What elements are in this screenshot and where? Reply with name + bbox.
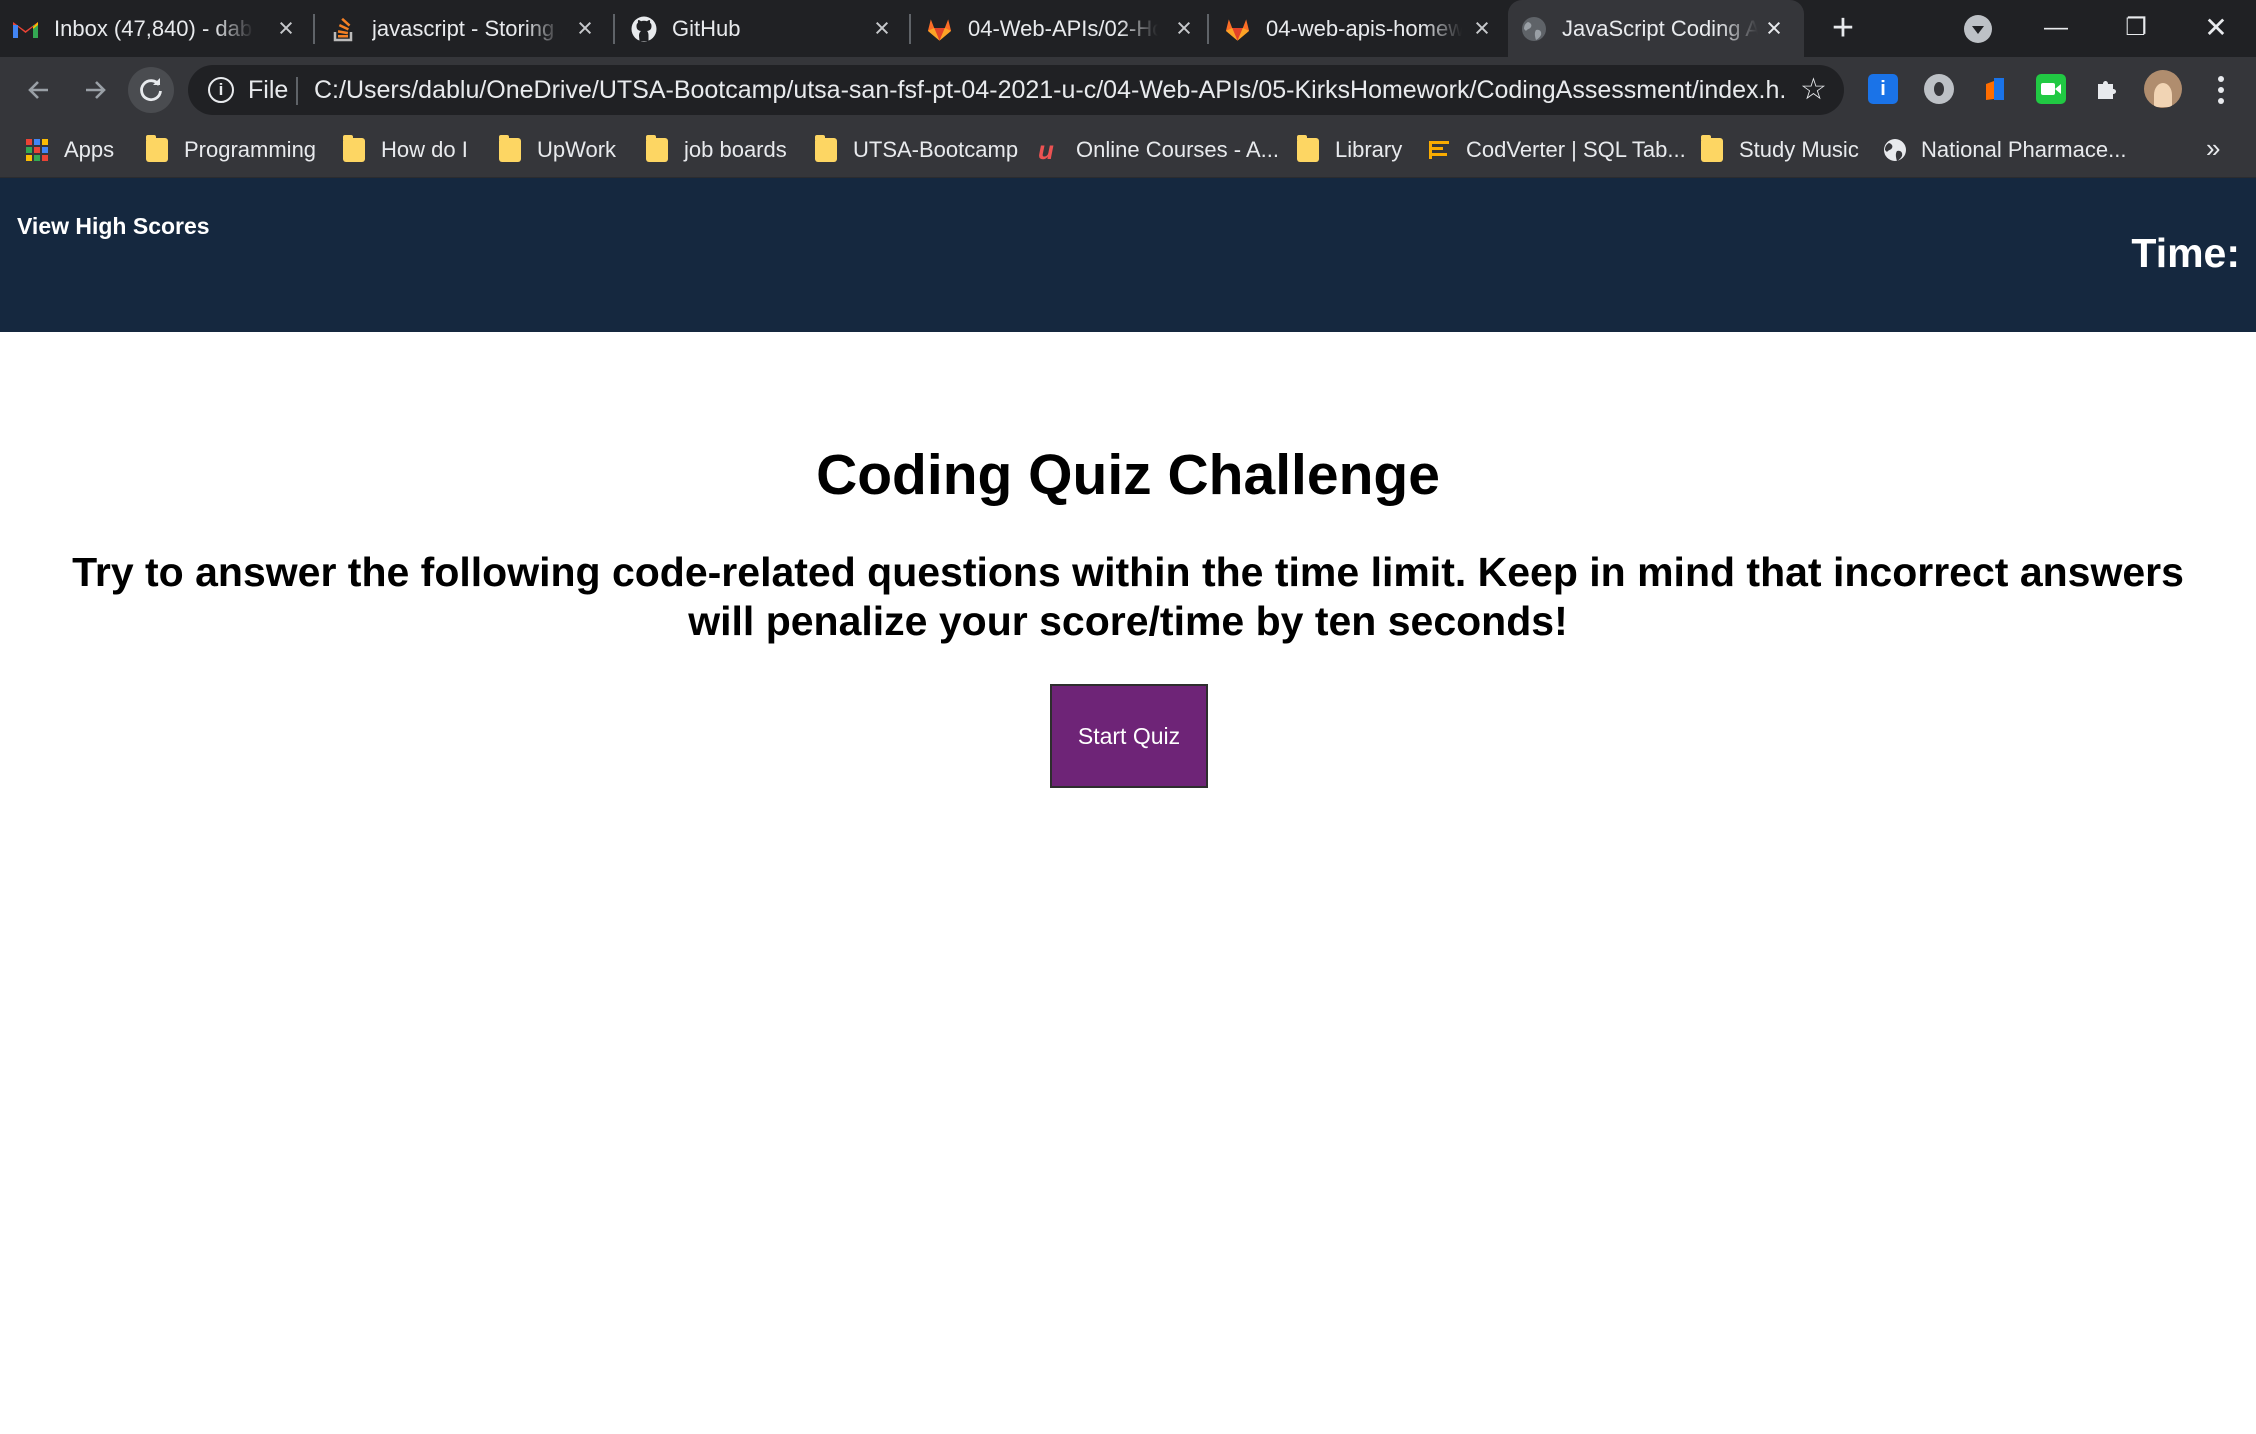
quiz-instructions: Try to answer the following code-related… bbox=[72, 549, 2184, 644]
tab-title: JavaScript Coding Assessment bbox=[1562, 16, 1758, 41]
gitlab-icon bbox=[1224, 15, 1251, 42]
bookmark-study-music[interactable]: Study Music bbox=[1701, 135, 1859, 165]
bookmark-label: Online Courses - A... bbox=[1076, 137, 1279, 162]
github-icon bbox=[630, 15, 657, 42]
bookmark-job-boards[interactable]: job boards bbox=[646, 135, 787, 165]
forward-button[interactable] bbox=[72, 67, 118, 113]
bookmark-utsa-bootcamp[interactable]: UTSA-Bootcamp bbox=[815, 135, 1018, 165]
page-header: View High Scores Time: bbox=[0, 178, 2256, 332]
start-quiz-button[interactable]: Start Quiz bbox=[1050, 684, 1208, 788]
address-separator bbox=[296, 77, 298, 105]
tab-close-icon[interactable]: × bbox=[868, 14, 896, 42]
url-text[interactable]: C:/Users/dablu/OneDrive/UTSA-Bootcamp/ut… bbox=[314, 75, 1784, 105]
globe-icon bbox=[1883, 138, 1906, 162]
tab-separator bbox=[313, 14, 315, 44]
back-button[interactable] bbox=[16, 67, 62, 113]
tab-gitlab-repo[interactable]: 04-web-apis-homework × bbox=[1212, 0, 1508, 57]
timer-label: Time: bbox=[2131, 230, 2240, 276]
minimize-button[interactable]: — bbox=[2026, 8, 2086, 48]
page-viewport: View High Scores Time: Coding Quiz Chall… bbox=[0, 178, 2256, 1434]
bookmark-online-courses[interactable]: u Online Courses - A... bbox=[1038, 135, 1279, 165]
codverter-icon bbox=[1428, 138, 1450, 162]
udemy-icon: u bbox=[1038, 135, 1054, 165]
window-close-button[interactable]: ✕ bbox=[2186, 8, 2246, 48]
folder-icon bbox=[499, 135, 521, 162]
restore-button[interactable]: ❐ bbox=[2106, 8, 2166, 48]
bookmark-label: job boards bbox=[684, 137, 787, 162]
address-bar[interactable]: i File C:/Users/dablu/OneDrive/UTSA-Boot… bbox=[188, 65, 1844, 115]
extensions-puzzle-icon[interactable] bbox=[2092, 74, 2122, 104]
tab-separator bbox=[1207, 14, 1209, 44]
tab-separator bbox=[613, 14, 615, 44]
bookmark-label: Programming bbox=[184, 137, 317, 162]
new-tab-button[interactable]: + bbox=[1826, 9, 1860, 47]
tab-stackoverflow[interactable]: javascript - Storing a × bbox=[318, 0, 614, 57]
page-title: Coding Quiz Challenge bbox=[816, 443, 1440, 507]
tab-title: 04-Web-APIs/02-Homework bbox=[968, 16, 1158, 41]
bookmark-programming[interactable]: Programming bbox=[146, 135, 316, 165]
bookmarks-overflow-button[interactable]: » bbox=[2206, 133, 2220, 164]
tab-search-icon[interactable] bbox=[1964, 15, 1992, 43]
tab-title: 04-web-apis-homework bbox=[1266, 16, 1462, 41]
bookmark-upwork[interactable]: UpWork bbox=[499, 135, 616, 165]
tab-close-icon[interactable]: × bbox=[272, 14, 300, 42]
bookmark-label: National Pharmace... bbox=[1921, 137, 2127, 162]
extension-video-icon[interactable] bbox=[2036, 74, 2066, 104]
tab-gmail[interactable]: Inbox (47,840) - dablu × bbox=[0, 0, 310, 57]
view-high-scores-link[interactable]: View High Scores bbox=[17, 211, 210, 241]
forward-arrow-icon bbox=[86, 81, 106, 99]
tab-close-icon[interactable]: × bbox=[1760, 14, 1788, 42]
folder-icon bbox=[1701, 135, 1723, 162]
tab-title: javascript - Storing a bbox=[372, 16, 562, 41]
bookmark-how-do-i[interactable]: How do I bbox=[343, 135, 468, 165]
bookmark-label: UpWork bbox=[537, 137, 617, 162]
reload-icon bbox=[140, 78, 162, 102]
extension-info-icon[interactable]: i bbox=[1868, 74, 1898, 104]
tab-separator bbox=[909, 14, 911, 44]
browser-toolbar: i File C:/Users/dablu/OneDrive/UTSA-Boot… bbox=[0, 57, 2256, 123]
tab-close-icon[interactable]: × bbox=[571, 14, 599, 42]
site-info-icon[interactable]: i bbox=[208, 77, 234, 103]
bookmark-library[interactable]: Library bbox=[1297, 135, 1402, 165]
tab-close-icon[interactable]: × bbox=[1468, 14, 1496, 42]
bookmark-national-pharmace[interactable]: National Pharmace... bbox=[1883, 135, 2126, 165]
folder-icon bbox=[646, 135, 668, 162]
gitlab-icon bbox=[926, 15, 953, 42]
tab-title: GitHub bbox=[672, 16, 741, 41]
profile-avatar[interactable] bbox=[2144, 70, 2182, 108]
tab-active-coding-assessment[interactable]: JavaScript Coding Assessment × bbox=[1508, 0, 1804, 57]
stackoverflow-icon bbox=[330, 15, 357, 42]
folder-icon bbox=[146, 135, 168, 162]
tab-github[interactable]: GitHub × bbox=[618, 0, 910, 57]
extension-circle-icon[interactable] bbox=[1924, 74, 1954, 104]
gmail-icon bbox=[12, 15, 39, 42]
bookmark-label: Study Music bbox=[1739, 137, 1859, 162]
bookmark-label: Library bbox=[1335, 137, 1403, 162]
tab-gitlab-homework[interactable]: 04-Web-APIs/02-Homework × bbox=[914, 0, 1210, 57]
folder-icon bbox=[815, 135, 837, 162]
reload-button[interactable] bbox=[128, 67, 174, 113]
bookmark-label: How do I bbox=[381, 137, 468, 162]
bookmark-apps[interactable]: Apps bbox=[26, 135, 114, 165]
bookmark-star-icon[interactable]: ☆ bbox=[1800, 73, 1827, 107]
folder-icon bbox=[1297, 135, 1319, 162]
browser-tab-strip: Inbox (47,840) - dablu × javascript - St… bbox=[0, 0, 2256, 57]
browser-menu-icon[interactable] bbox=[2206, 72, 2236, 108]
tab-title: Inbox (47,840) - dablu bbox=[54, 16, 254, 41]
apps-grid-icon bbox=[26, 139, 48, 161]
scheme-label: File bbox=[248, 76, 289, 104]
bookmarks-bar: Apps Programming How do I UpWork job boa… bbox=[0, 123, 2256, 178]
bookmark-label: CodVerter | SQL Tab... bbox=[1466, 137, 1686, 162]
bookmark-label: Apps bbox=[64, 137, 115, 162]
bookmark-label: UTSA-Bootcamp bbox=[853, 137, 1019, 162]
tab-close-icon[interactable]: × bbox=[1170, 14, 1198, 42]
folder-icon bbox=[343, 135, 365, 162]
globe-icon bbox=[1520, 15, 1547, 42]
back-arrow-icon bbox=[28, 81, 48, 99]
bookmark-codverter[interactable]: CodVerter | SQL Tab... bbox=[1428, 135, 1686, 165]
extension-flag-icon[interactable] bbox=[1980, 74, 2010, 104]
